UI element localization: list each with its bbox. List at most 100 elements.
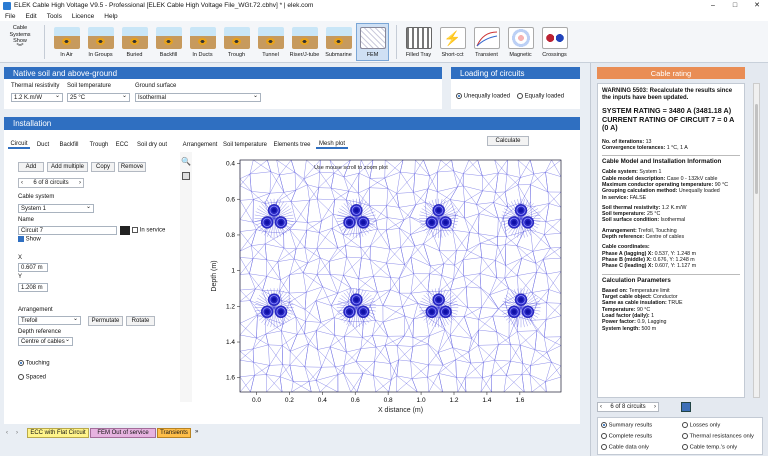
fem-button[interactable]: FEM [356,23,389,61]
maximize-icon[interactable]: □ [724,0,746,11]
rotate-button[interactable]: Rotate [126,316,155,326]
mesh-edge [399,204,416,208]
tunnel-button[interactable]: Tunnel [254,23,287,61]
complete-results-radio[interactable]: Complete results [601,433,652,440]
magnetic-button[interactable]: Magnetic [504,23,537,61]
soil-temperature-field[interactable]: 25 °C [67,92,130,102]
losses-only-radio[interactable]: Losses only [682,422,720,429]
name-input[interactable]: Circuit 7 [18,226,117,235]
thermal-resistivity-field[interactable]: 1.2 K.m/W [11,92,63,102]
summary-results-radio[interactable]: Summary results [601,422,652,429]
prev-circuit-icon[interactable]: ‹ [21,180,23,186]
ground-surface-select[interactable]: Isothermal [135,92,261,102]
mesh-edge [479,273,482,289]
x-input[interactable]: 0.607 m [18,263,48,272]
short-cct-button[interactable]: ⚡ Short-cct [436,23,469,61]
cable-systems-show-button[interactable]: Cable Systems Show ︾ [4,25,36,59]
export-report-icon[interactable] [681,402,691,412]
tab-fem-out-of-service[interactable]: FEM Out of service [90,428,156,438]
mesh-edge [456,377,467,393]
permutate-button[interactable]: Permutate [88,316,123,326]
unequally-loaded-radio[interactable]: Unequally loaded [456,93,510,100]
mesh-edge [373,375,376,393]
tab-trough[interactable]: Trough [86,140,112,149]
cable-system-select[interactable]: System 1 [18,203,94,213]
mesh-edge [386,262,391,278]
menu-help[interactable]: Help [99,13,122,20]
tab-arrangement[interactable]: Arrangement [182,140,218,149]
buried-button[interactable]: Buried [118,23,151,61]
tab-ecc-flat-circuit[interactable]: ECC with Flat Circuit [27,428,89,438]
tab-duct[interactable]: Duct [34,140,52,149]
backfill-button[interactable]: Backfill [152,23,185,61]
show-checkbox[interactable]: Show [18,236,41,243]
next-circuit-icon[interactable]: › [79,180,81,186]
circuit-navigator[interactable]: ‹ 6 of 8 circuits › [18,178,84,188]
mesh-edge [410,293,419,304]
crossings-button[interactable]: Crossings [538,23,571,61]
transient-button[interactable]: Transient [470,23,503,61]
mesh-edge [382,289,391,306]
mesh-edge [316,228,333,249]
tab-transients[interactable]: Transients [157,428,191,438]
y-input[interactable]: 1.208 m [18,283,48,292]
cable-temps-radio[interactable]: Cable temp.'s only [682,444,737,451]
mesh-edge [399,228,411,235]
tab-backfill[interactable]: Backfill [56,140,82,149]
result-circuit-navigator[interactable]: ‹ 6 of 8 circuits › [597,402,659,412]
in-groups-button[interactable]: In Groups [84,23,117,61]
close-icon[interactable]: ✕ [746,0,768,11]
menu-edit[interactable]: Edit [20,13,41,20]
mesh-edge [543,259,547,275]
depth-reference-select[interactable]: Centre of cables [18,336,73,346]
mesh-edge [399,264,405,279]
tab-circuit[interactable]: Circuit [8,140,30,149]
mesh-plot[interactable]: 0.0 0.2 0.4 0.6 0.8 1.0 1.2 1.4 1.6 0.4 0.6 0.8 1 1.… [194,152,570,424]
spaced-radio[interactable]: Spaced [18,374,46,381]
arrangement-select[interactable]: Trefoil [18,315,81,325]
minimize-icon[interactable]: – [702,0,724,11]
riser-jtube-button[interactable]: Riser/J-tube [288,23,321,61]
calculate-button[interactable]: Calculate [487,136,529,146]
tab-soil-temperature[interactable]: Soil temperature [222,140,268,149]
tab-ecc[interactable]: ECC [114,140,130,149]
tab-elements-tree[interactable]: Elements tree [272,140,312,149]
cable-data-radio[interactable]: Cable data only [601,444,649,451]
save-image-icon[interactable] [182,172,190,180]
mesh-edge [239,348,254,352]
filled-tray-button[interactable]: Filled Tray [402,23,435,61]
menu-licence[interactable]: Licence [67,13,99,20]
report-scrollbar[interactable] [753,83,760,398]
menu-file[interactable]: File [0,13,20,20]
more-tabs-icon[interactable]: » [195,429,198,435]
in-air-button[interactable]: In Air [50,23,83,61]
prev-result-icon[interactable]: ‹ [600,404,602,410]
circuit-color-swatch[interactable] [120,226,130,235]
scroll-left-icon[interactable]: ‹ [6,430,8,436]
tab-mesh-plot[interactable]: Mesh plot [316,140,348,149]
equally-loaded-radio[interactable]: Equally loaded [517,93,564,100]
mesh-edge [530,229,534,252]
scrollbar-thumb[interactable] [755,104,758,194]
mesh-edge [463,273,481,277]
mesh-edge [308,343,318,350]
remove-button[interactable]: Remove [118,162,146,172]
zoom-icon[interactable]: 🔍 [180,157,192,166]
add-button[interactable]: Add [18,162,44,172]
touching-radio[interactable]: Touching [18,360,50,367]
in-ducts-button[interactable]: In Ducts [186,23,219,61]
mesh-edge [249,273,256,289]
trough-button[interactable]: Trough [220,23,253,61]
submarine-button[interactable]: Submarine [322,23,355,61]
add-multiple-button[interactable]: Add multiple [47,162,88,172]
in-service-checkbox[interactable]: In service [132,227,165,234]
menu-tools[interactable]: Tools [42,13,67,20]
tab-soil-dry-out[interactable]: Soil dry out [134,140,170,149]
scroll-right-icon[interactable]: › [16,430,18,436]
copy-button[interactable]: Copy [91,162,115,172]
mesh-edge [427,273,430,292]
mesh-edge [521,251,533,259]
next-result-icon[interactable]: › [654,404,656,410]
thermal-resistances-radio[interactable]: Thermal resistances only [682,433,754,440]
mesh-edge [321,346,331,368]
